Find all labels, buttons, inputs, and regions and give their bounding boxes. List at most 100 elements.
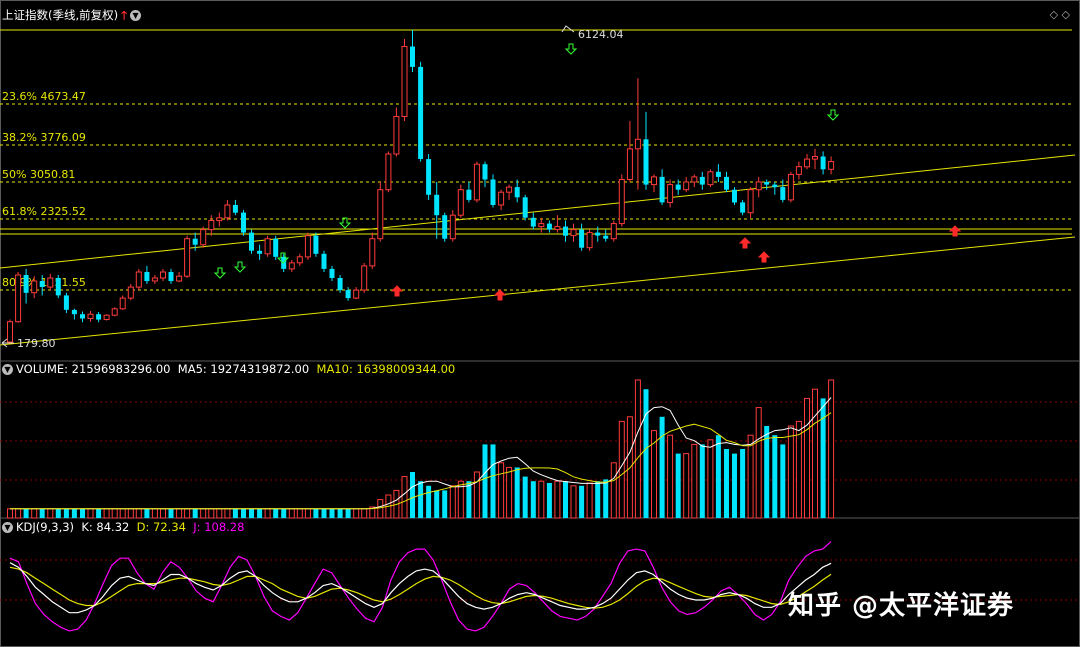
diamond-icon[interactable]: ◇ ◇ bbox=[1050, 8, 1070, 21]
candle-body bbox=[538, 223, 545, 228]
volume-bar bbox=[304, 508, 311, 519]
volume-bar bbox=[39, 508, 45, 518]
volume-bar bbox=[514, 467, 520, 518]
volume-bar bbox=[466, 481, 472, 518]
candle-body bbox=[442, 215, 448, 239]
k-value: K: 84.32 bbox=[81, 520, 130, 534]
candle-body bbox=[47, 277, 54, 288]
volume-bar bbox=[755, 407, 762, 519]
candle-body bbox=[683, 181, 690, 191]
volume-bar bbox=[747, 434, 754, 519]
volume-bar bbox=[828, 379, 835, 519]
candle-body bbox=[31, 280, 38, 294]
volume-bar bbox=[401, 476, 408, 519]
volume-bar bbox=[780, 444, 786, 518]
volume-bar bbox=[216, 508, 223, 519]
candle-body bbox=[755, 181, 762, 191]
volume-bar bbox=[47, 508, 54, 519]
candle-body bbox=[570, 229, 577, 237]
volume-bar bbox=[151, 508, 158, 519]
candle-body bbox=[264, 238, 271, 255]
candle-body bbox=[241, 212, 246, 233]
volume-bar bbox=[675, 453, 681, 518]
volume-bar bbox=[732, 453, 737, 518]
kdj-legend: ▼ KDJ(9,3,3) K: 84.32 D: 72.34 J: 108.28 bbox=[2, 520, 244, 534]
volume-bar bbox=[603, 479, 609, 518]
candle-body bbox=[410, 46, 415, 67]
volume-bar bbox=[707, 439, 714, 519]
candle-body bbox=[466, 189, 472, 200]
candle-body bbox=[80, 314, 85, 319]
volume-bar bbox=[618, 420, 625, 519]
volume-bar bbox=[724, 449, 729, 518]
candle-body bbox=[160, 271, 166, 279]
red-up-arrow-icon[interactable]: 🡑 bbox=[121, 8, 127, 22]
candle-body bbox=[473, 163, 480, 201]
volume-bar bbox=[691, 443, 698, 519]
volume-bar bbox=[563, 481, 568, 518]
volume-bar bbox=[7, 508, 13, 519]
candle-body bbox=[457, 189, 464, 216]
trend-line-lower bbox=[0, 236, 1076, 346]
candle-body bbox=[385, 153, 392, 191]
green-down-arrow-icon bbox=[564, 43, 578, 55]
candle-body bbox=[659, 176, 665, 203]
volume-bar bbox=[329, 508, 335, 518]
candle-body bbox=[353, 289, 360, 299]
fib-label: 23.6% 4673.47 bbox=[2, 90, 86, 103]
volume-bar bbox=[820, 398, 826, 518]
candle-body bbox=[55, 278, 61, 296]
volume-bar bbox=[434, 490, 440, 518]
volume-bar bbox=[546, 483, 552, 518]
candle-body bbox=[87, 313, 94, 320]
candle-body bbox=[288, 262, 295, 270]
volume-bar bbox=[144, 508, 150, 518]
candle-body bbox=[740, 202, 746, 213]
candle-body bbox=[321, 253, 327, 269]
chevron-down-circle-icon[interactable]: ▼ bbox=[130, 10, 142, 21]
volume-bar bbox=[795, 420, 802, 519]
candle-body bbox=[514, 187, 520, 198]
candle-body bbox=[563, 226, 568, 236]
volume-bar bbox=[273, 508, 279, 518]
candle-body bbox=[715, 171, 721, 177]
volume-bar bbox=[804, 397, 810, 519]
volume-bar bbox=[135, 508, 142, 519]
volume-bar bbox=[498, 462, 505, 519]
chart-title-bar: 上证指数(季线,前复权) 🡑 ▼ bbox=[2, 7, 142, 27]
candle-body bbox=[579, 229, 585, 248]
candle-body bbox=[296, 256, 303, 264]
candle-body bbox=[15, 274, 22, 323]
volume-bar bbox=[103, 508, 110, 519]
volume-bar bbox=[787, 425, 794, 519]
candle-body bbox=[103, 314, 110, 321]
candle-body bbox=[787, 173, 794, 201]
green-down-arrow-icon bbox=[213, 267, 227, 279]
candle-body bbox=[651, 176, 657, 186]
candle-body bbox=[732, 189, 737, 203]
candle-body bbox=[498, 191, 505, 206]
candle-body bbox=[71, 309, 77, 315]
volume-bar bbox=[812, 388, 818, 519]
volume-bar bbox=[31, 508, 38, 519]
chevron-down-circle-icon[interactable]: ▼ bbox=[2, 522, 13, 533]
volume-bar bbox=[321, 508, 327, 518]
green-down-arrow-icon bbox=[826, 109, 840, 121]
volume-bar bbox=[119, 508, 126, 519]
panel-borders bbox=[0, 0, 1080, 647]
volume-bar bbox=[168, 508, 174, 518]
kdj-title: KDJ(9,3,3) bbox=[16, 520, 75, 534]
candle-body bbox=[232, 205, 238, 213]
candle-body bbox=[401, 46, 408, 117]
volume-bar bbox=[80, 508, 85, 518]
chevron-down-circle-icon[interactable]: ▼ bbox=[2, 364, 13, 375]
candle-body bbox=[449, 214, 456, 240]
red-up-arrow-icon bbox=[390, 285, 404, 297]
candle-body bbox=[747, 189, 754, 214]
candle-body bbox=[345, 290, 351, 299]
candle-body bbox=[812, 156, 818, 160]
volume-bar bbox=[683, 453, 690, 519]
candle-body bbox=[200, 229, 207, 246]
kdj-lines bbox=[9, 541, 832, 632]
volume-bar bbox=[23, 508, 29, 518]
